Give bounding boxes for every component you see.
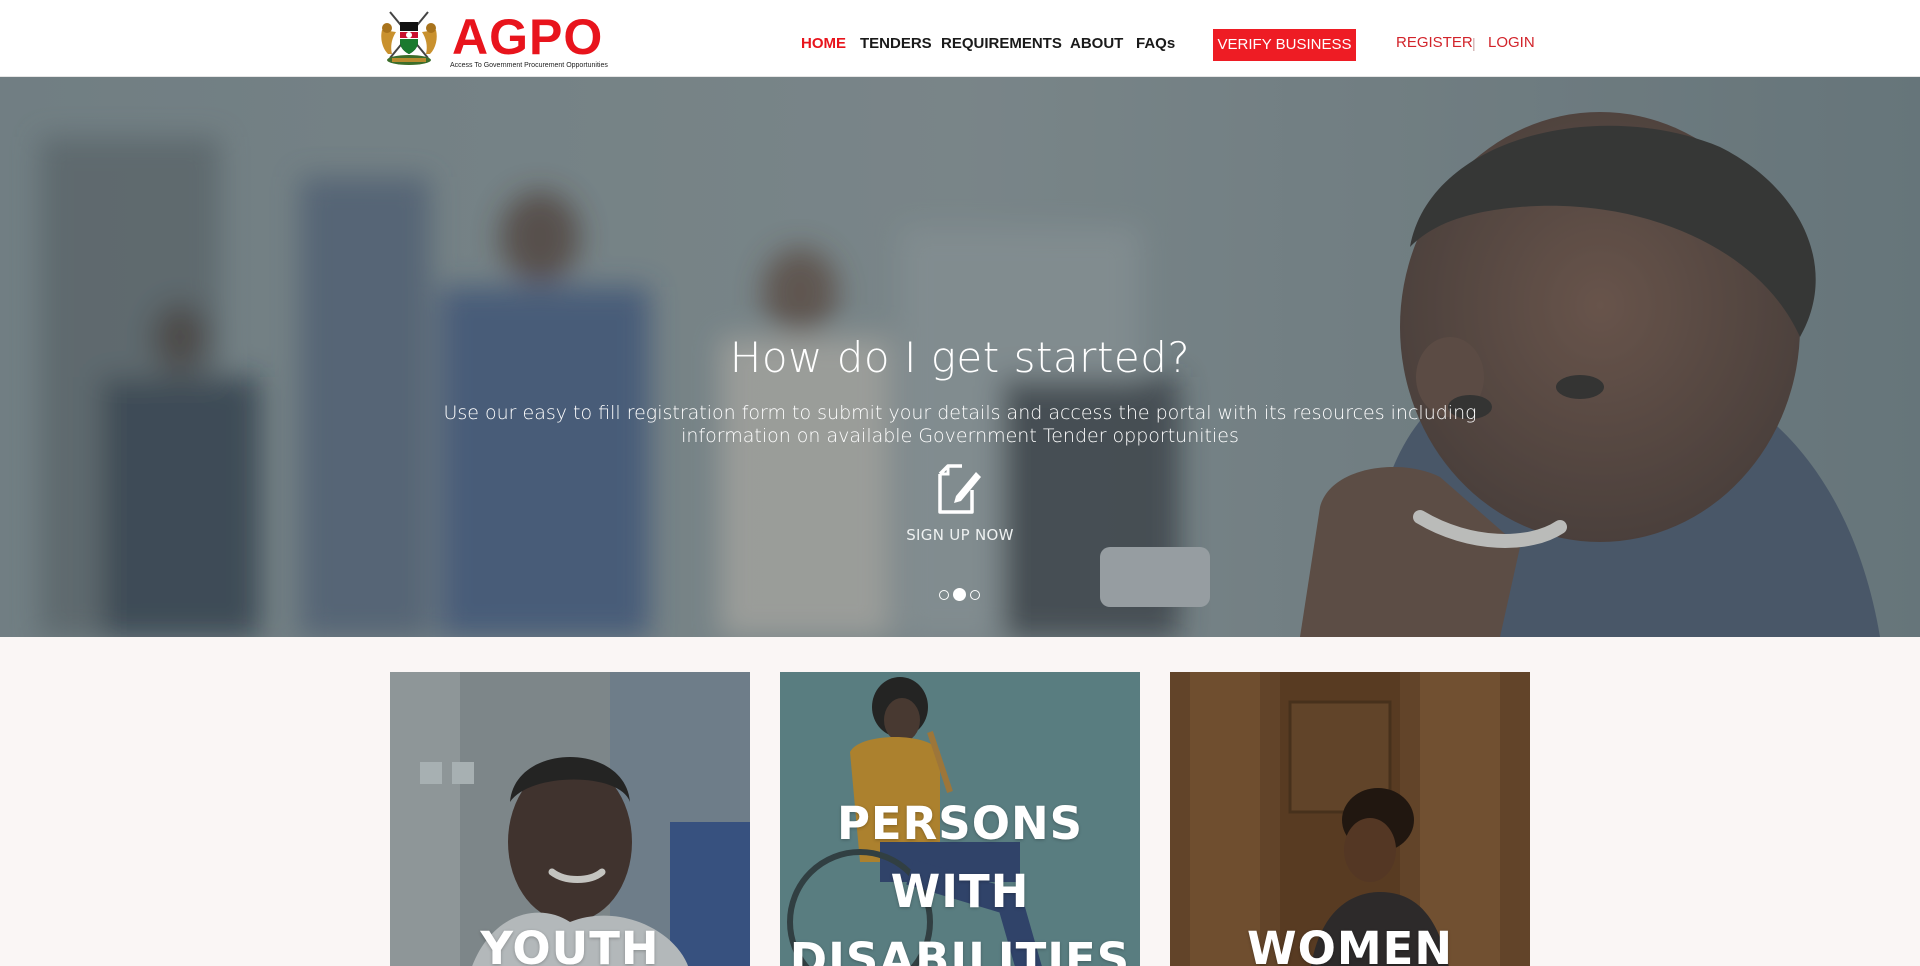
youth-card[interactable]: YOUTH [390,672,750,966]
nav-about[interactable]: ABOUT [1070,34,1123,54]
slider-dot-2[interactable] [953,588,966,601]
hero-title: How do I get started? [729,333,1191,382]
logo-wordmark: AGPO [452,9,604,65]
document-edit-icon[interactable] [934,464,984,516]
hero-slider: How do I get started? Use our easy to fi… [0,77,1920,637]
disabilities-card-title: PERSONS WITH DISABILITIES [789,797,1131,966]
nav-requirements[interactable]: REQUIREMENTS [941,34,1062,54]
nav-home[interactable]: HOME [801,34,846,54]
register-link[interactable]: REGISTER [1396,33,1473,53]
persons-with-disabilities-card[interactable]: PERSONS WITH DISABILITIES [780,672,1140,966]
slider-dots [938,588,982,602]
slider-dot-3[interactable] [970,590,980,600]
slider-dot-1[interactable] [939,590,949,600]
women-card[interactable]: WOMEN [1170,672,1530,966]
women-card-title: WOMEN [1246,922,1454,966]
category-cards: YOUTH PERSONS WITH DISABILITIES WOMEN [0,637,1920,966]
verify-business-button[interactable]: VERIFY BUSINESS [1213,29,1356,61]
site-header: AGPO Access To Government Procurement Op… [0,0,1920,77]
auth-separator: | [1472,35,1476,51]
kenya-coat-of-arms-icon [381,11,437,65]
youth-card-title: YOUTH [480,922,660,966]
nav-tenders[interactable]: TENDERS [860,34,932,54]
hero-description: Use our easy to fill registration form t… [443,402,1477,447]
sign-up-now-link[interactable]: SIGN UP NOW [0,525,1920,545]
agpo-logo[interactable]: AGPO Access To Government Procurement Op… [378,8,614,72]
nav-faqs[interactable]: FAQs [1136,34,1175,54]
logo-tagline: Access To Government Procurement Opportu… [450,62,608,69]
login-link[interactable]: LOGIN [1488,33,1535,53]
